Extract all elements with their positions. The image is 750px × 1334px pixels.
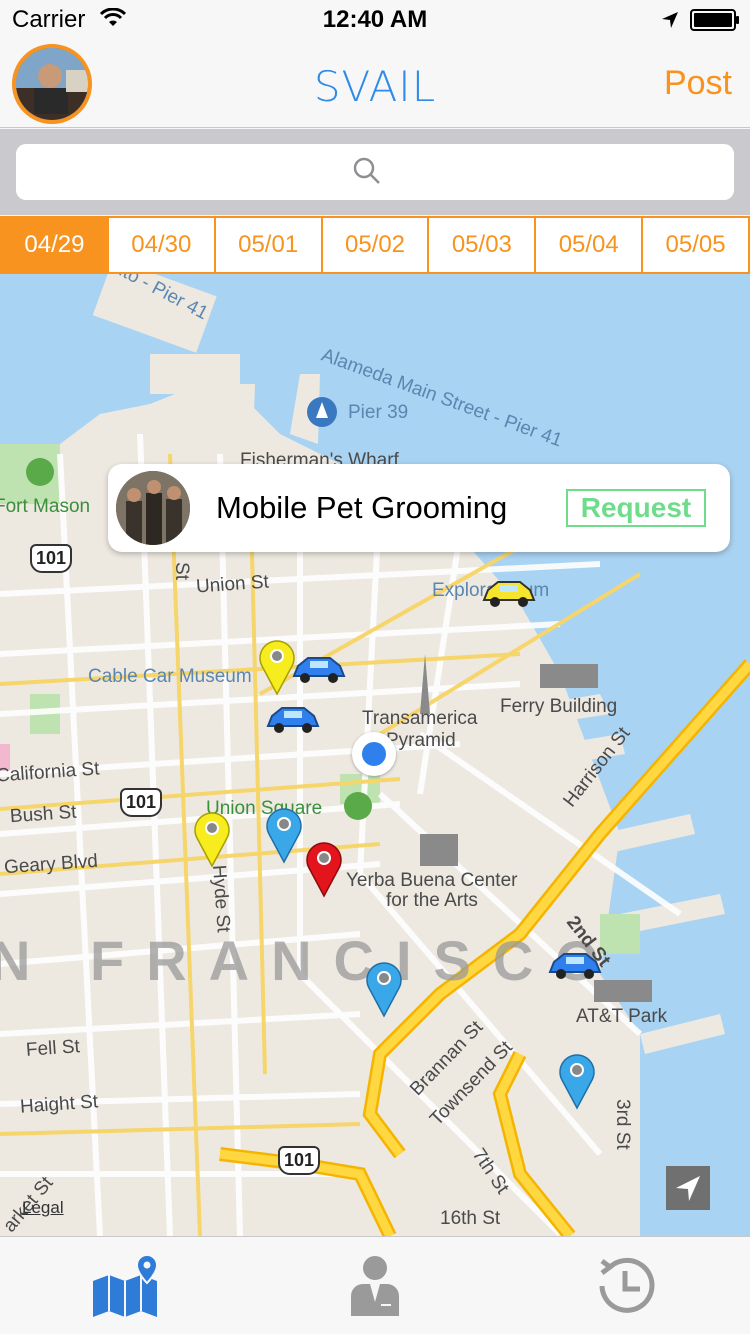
map-label: Fell St [25,1036,81,1061]
history-clock-icon [599,1257,655,1313]
map-label: Pier 39 [348,402,409,423]
date-tabs: 04/29 04/30 05/01 05/02 05/03 05/04 05/0… [0,216,750,274]
map-label: N FRANCISCO [0,929,621,992]
request-button[interactable]: Request [566,489,706,527]
highway-shield: 101 [278,1146,321,1175]
map-label: Transamerica [362,708,478,729]
date-tab[interactable]: 05/05 [643,218,749,272]
map-view[interactable]: Sausalito - Pier 41 Alameda Main Street … [0,274,750,1236]
map-pin-yellow[interactable] [258,638,296,696]
car-icon[interactable] [546,950,604,982]
map-pin-icon [93,1253,159,1317]
map-pin-yellow[interactable] [193,810,231,868]
map-label: Ferry Building [500,696,618,717]
map-label: 16th St [440,1208,501,1229]
tab-history[interactable] [500,1237,750,1334]
map-label: Cable Car Museum [88,666,252,687]
map-label: Fort Mason [0,496,91,517]
highway-shield: 101 [120,788,163,817]
date-tab[interactable]: 04/29 [2,218,109,272]
provider-avatar [116,471,190,545]
map-pin-blue[interactable] [265,806,303,864]
legal-link[interactable]: Legal [22,1198,64,1218]
highway-shield: 101 [30,544,73,573]
tab-map[interactable] [0,1237,250,1334]
date-tab[interactable]: 05/04 [536,218,644,272]
tab-bar [0,1236,750,1334]
person-suit-icon [351,1256,399,1316]
location-arrow-icon [676,1176,700,1201]
date-tab[interactable]: 05/02 [322,218,430,272]
post-button[interactable]: Post [664,64,732,103]
car-icon[interactable] [480,578,538,610]
battery-icon [690,9,739,31]
tab-profile[interactable] [250,1237,500,1334]
map-label: AT&T Park [576,1006,668,1027]
date-tab[interactable]: 05/01 [215,218,323,272]
user-location-dot [352,732,396,776]
map-label: 3rd St [612,1099,633,1150]
nav-bar: SVAIL Post [0,40,750,128]
status-time: 12:40 AM [322,6,428,33]
map-label: Bush St [9,801,78,828]
map-label: Yerba Buena Center [346,870,518,891]
map-label: Pyramid [386,730,456,751]
map-pin-red[interactable] [305,840,343,898]
date-tab[interactable]: 04/30 [108,218,216,272]
search-icon [353,157,380,184]
map-label: St [170,562,192,580]
location-arrow-icon [662,12,678,28]
app-title: SVAIL [313,62,437,111]
map-pin-blue[interactable] [365,960,403,1018]
map-callout[interactable]: Mobile Pet Grooming Request [108,464,730,552]
location-tracking-button[interactable] [666,1166,710,1210]
map-pin-blue[interactable] [558,1052,596,1110]
date-tab[interactable]: 05/03 [429,218,537,272]
status-bar: Carrier 12:40 AM [0,0,750,40]
map-label: Hyde St [208,864,234,934]
car-icon[interactable] [290,654,348,686]
car-icon[interactable] [264,704,322,736]
callout-title: Mobile Pet Grooming [216,490,508,525]
map-label: for the Arts [386,890,478,911]
